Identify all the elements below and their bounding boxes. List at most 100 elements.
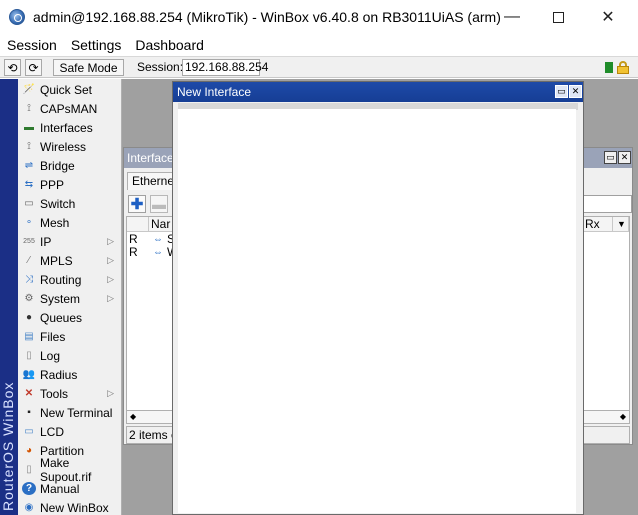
sidebar-item-radius[interactable]: 👥 Radius — [18, 365, 122, 384]
minimize-button[interactable]: — — [489, 0, 535, 34]
tab-ethernet[interactable]: Etherne — [127, 172, 175, 190]
restore-button[interactable]: ▭ — [555, 85, 568, 98]
submenu-arrow-icon: ▷ — [107, 255, 114, 265]
ip-icon: 255 — [23, 238, 35, 245]
sidebar-item-label: CAPsMAN — [40, 101, 98, 116]
sidebar-item-new-winbox[interactable]: ◉ New WinBox — [18, 498, 122, 515]
mpls-icon: ⁄ — [28, 254, 30, 266]
log-icon: ▯ — [26, 349, 32, 361]
interface-icon: ⇔ — [153, 234, 163, 245]
sidebar-item-label: Radius — [40, 367, 78, 382]
manual-help-icon: ? — [22, 482, 36, 495]
sidebar-item-label: Mesh — [40, 215, 70, 230]
radius-icon: 👥 — [22, 368, 36, 380]
sidebar-item-label: Files — [40, 329, 66, 344]
sidebar-item-tools[interactable]: ✕ Tools ▷ — [18, 384, 122, 403]
sidebar-item-quick-set[interactable]: 🪄 Quick Set — [18, 80, 122, 99]
sidebar-item-make-supout[interactable]: ▯ Make Supout.rif — [18, 456, 122, 484]
sidebar-item-log[interactable]: ▯ Log — [18, 346, 122, 365]
session-address-field[interactable]: 192.168.88.254 — [182, 59, 268, 76]
window-titlebar: admin@192.168.88.254 (MikroTik) - WinBox… — [0, 0, 638, 34]
restore-button[interactable]: ▭ — [604, 151, 617, 164]
row-flag: R — [129, 245, 138, 259]
supout-icon: ▯ — [26, 463, 32, 475]
submenu-arrow-icon: ▷ — [107, 388, 114, 398]
interface-icon: ⇔ — [153, 247, 163, 258]
sidebar-item-label: MPLS — [40, 253, 73, 268]
column-menu-arrow-icon[interactable]: ▼ — [613, 217, 629, 232]
maximize-icon — [552, 11, 564, 23]
column-flag[interactable] — [127, 217, 149, 232]
sidebar-item-capsman[interactable]: ⟟ CAPsMAN — [18, 99, 122, 118]
sidebar-item-mpls[interactable]: ⁄ MPLS ▷ — [18, 251, 122, 270]
sidebar-item-label: IP — [40, 234, 52, 249]
sidebar-item-label: LCD — [40, 424, 65, 439]
sidebar-item-mesh[interactable]: ∘ Mesh — [18, 213, 122, 232]
new-interface-title[interactable]: New Interface — [173, 82, 583, 102]
interfaces-icon: ▬ — [24, 121, 34, 133]
menu-dashboard[interactable]: Dashboard — [128, 37, 211, 53]
maximize-button[interactable] — [535, 0, 581, 34]
partition-icon: ◕ — [25, 444, 33, 456]
winbox-app-icon — [9, 9, 25, 25]
submenu-arrow-icon: ▷ — [107, 274, 114, 284]
mesh-icon: ∘ — [25, 216, 33, 228]
sidebar-item-label: Switch — [40, 196, 76, 211]
sidebar-item-system[interactable]: ⚙ System ▷ — [18, 289, 122, 308]
add-button[interactable]: ✚ — [128, 195, 146, 213]
lock-icon — [617, 61, 629, 74]
sidebar-item-queues[interactable]: ● Queues — [18, 308, 122, 327]
sidebar-item-label: Tools — [40, 386, 69, 401]
redo-button[interactable]: ⟳ — [25, 59, 42, 76]
scroll-left-icon[interactable]: ◆ — [130, 412, 136, 421]
sidebar-item-ppp[interactable]: ⇆ PPP — [18, 175, 122, 194]
menu-session[interactable]: Session — [0, 37, 64, 53]
sidebar-item-label: Manual — [40, 481, 80, 496]
scroll-right-icon[interactable]: ◆ — [620, 412, 626, 421]
sidebar-item-bridge[interactable]: ⇌ Bridge — [18, 156, 122, 175]
sidebar-item-switch[interactable]: ▭ Switch — [18, 194, 122, 213]
sidebar-menu: 🪄 Quick Set ⟟ CAPsMAN ▬ Interfaces ⟟ Wireles… — [18, 79, 122, 515]
submenu-arrow-icon: ▷ — [107, 236, 114, 246]
switch-icon: ▭ — [24, 197, 34, 209]
close-button[interactable]: ✕ — [618, 151, 631, 164]
terminal-icon: ▪ — [27, 406, 31, 418]
system-gear-icon: ⚙ — [24, 292, 34, 304]
sidebar-item-new-terminal[interactable]: ▪ New Terminal — [18, 403, 122, 422]
lcd-icon: ▭ — [24, 425, 34, 437]
sidebar-item-files[interactable]: ▤ Files — [18, 327, 122, 346]
sidebar-item-label: Log — [40, 348, 61, 363]
new-interface-dialog: New Interface ▭ ✕ — [172, 81, 584, 515]
bridge-icon: ⇌ — [24, 159, 34, 171]
winbox-icon: ◉ — [24, 501, 34, 513]
sidebar-item-label: Bridge — [40, 158, 75, 173]
safe-mode-button[interactable]: Safe Mode — [53, 59, 124, 76]
sidebar-item-label: Interfaces — [40, 120, 93, 135]
sidebar-item-wireless[interactable]: ⟟ Wireless — [18, 137, 122, 156]
menu-bar: Session Settings Dashboard — [0, 34, 638, 56]
sidebar-item-lcd[interactable]: ▭ LCD — [18, 422, 122, 441]
sidebar-item-label: System — [40, 291, 81, 306]
close-button[interactable]: ✕ — [585, 0, 631, 34]
window-title: admin@192.168.88.254 (MikroTik) - WinBox… — [33, 9, 501, 25]
ppp-icon: ⇆ — [24, 178, 34, 190]
sidebar-item-label: Quick Set — [40, 82, 93, 97]
sidebar-item-label: Queues — [40, 310, 83, 325]
close-button[interactable]: ✕ — [569, 85, 582, 98]
routing-icon: ⤨ — [25, 273, 33, 285]
session-label: Session: — [137, 60, 184, 74]
menu-settings[interactable]: Settings — [64, 37, 129, 53]
sidebar-item-interfaces[interactable]: ▬ Interfaces — [18, 118, 122, 137]
capsman-icon: ⟟ — [27, 102, 31, 114]
brand-text: RouterOS WinBox — [0, 381, 16, 511]
sidebar-item-routing[interactable]: ⤨ Routing ▷ — [18, 270, 122, 289]
submenu-arrow-icon: ▷ — [107, 293, 114, 303]
undo-button[interactable]: ⟲ — [4, 59, 21, 76]
column-rx[interactable]: Rx — [583, 217, 613, 232]
sidebar-item-ip[interactable]: 255 IP ▷ — [18, 232, 122, 251]
sidebar-item-label: Routing — [40, 272, 82, 287]
files-icon: ▤ — [24, 330, 34, 342]
remove-button[interactable]: ▬ — [150, 195, 168, 213]
status-indicator-icon — [605, 62, 613, 73]
sidebar-item-manual[interactable]: ? Manual — [18, 479, 122, 498]
